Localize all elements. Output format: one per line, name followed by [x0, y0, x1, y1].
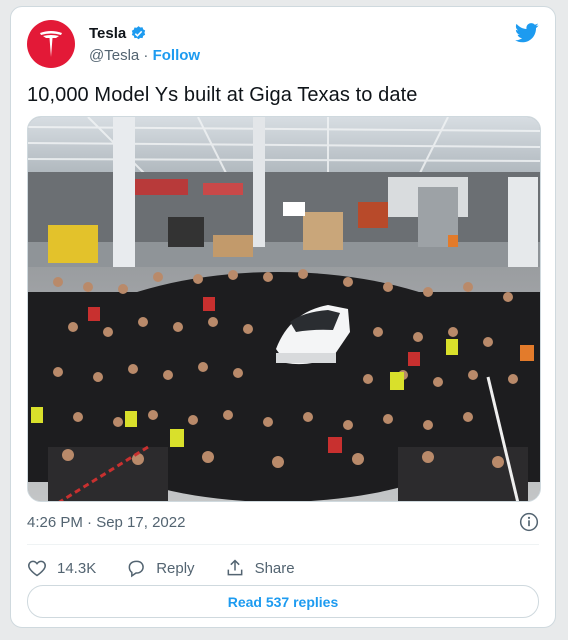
like-count: 14.3K: [57, 559, 97, 577]
tweet-text: 10,000 Model Ys built at Giga Texas to d…: [27, 84, 418, 106]
reply-button[interactable]: Reply: [126, 558, 195, 578]
author-handle[interactable]: @Tesla: [89, 47, 139, 64]
reply-bubble-icon: [128, 560, 145, 578]
follow-button[interactable]: Follow: [153, 47, 201, 64]
info-icon[interactable]: [519, 512, 539, 532]
verified-badge-icon: [132, 26, 146, 40]
separator: ·: [139, 47, 153, 64]
share-button[interactable]: Share: [225, 558, 295, 578]
divider: [27, 544, 539, 545]
reply-label: Reply: [156, 559, 195, 577]
like-button[interactable]: 14.3K: [27, 558, 96, 578]
tweet-timestamp[interactable]: 4:26 PM · Sep 17, 2022: [27, 514, 185, 531]
read-replies-button[interactable]: Read 537 replies: [27, 585, 539, 618]
tesla-logo-icon: [40, 31, 62, 57]
action-bar: 14.3K Reply Share: [27, 554, 325, 582]
avatar[interactable]: [27, 20, 75, 68]
heart-icon: [28, 560, 46, 577]
author-name[interactable]: Tesla: [89, 25, 126, 42]
tweet-card: Tesla @Tesla · Follow 10,000 Model Ys bu…: [10, 6, 556, 628]
share-icon: [227, 559, 242, 576]
twitter-bird-icon[interactable]: [515, 23, 539, 43]
tweet-photo[interactable]: [27, 116, 541, 502]
share-label: Share: [254, 559, 295, 577]
